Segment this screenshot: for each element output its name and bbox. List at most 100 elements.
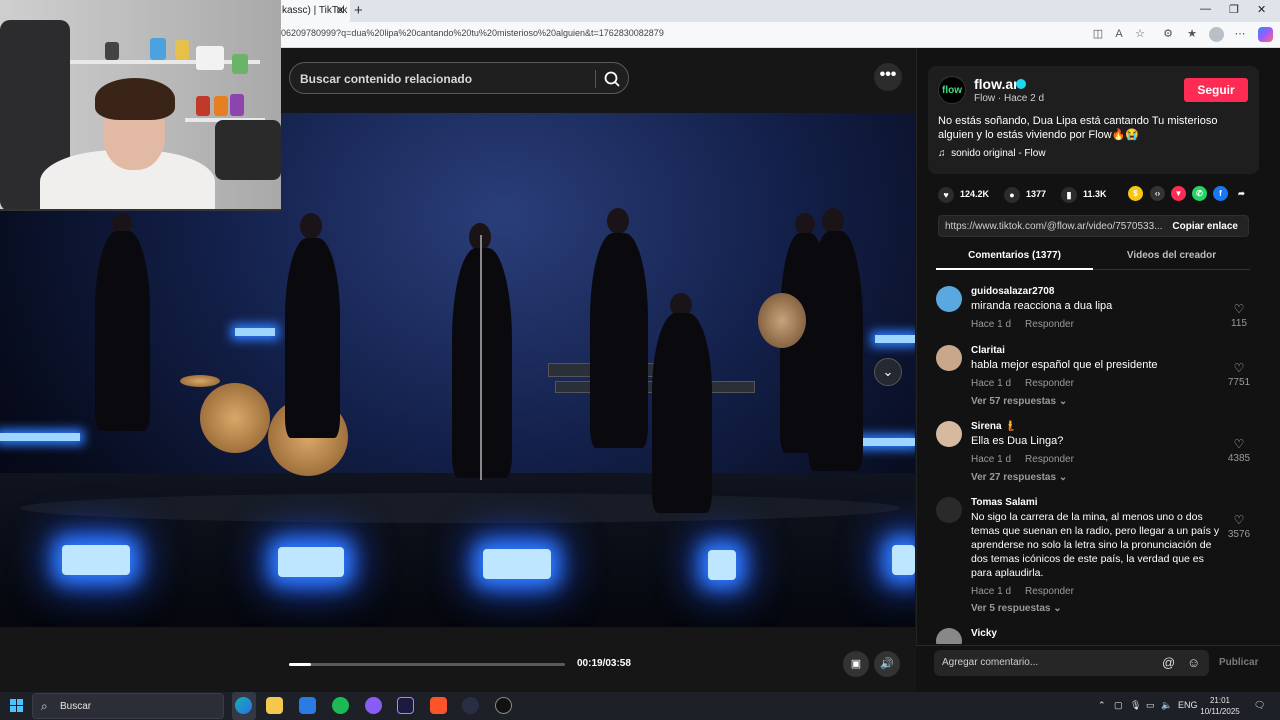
creator-avatar[interactable]: flow (938, 76, 966, 104)
comment-username[interactable]: Tomas Salami (971, 497, 1038, 508)
emoji-icon[interactable]: ☺ (1187, 655, 1200, 670)
app-icon[interactable] (462, 697, 479, 714)
tray-chevron-up-icon[interactable]: ⌃ (1098, 700, 1106, 711)
clock[interactable]: 21:01 10/11/2025 (1198, 695, 1242, 717)
view-replies-button[interactable]: Ver 5 respuestas ⌄ (971, 603, 1062, 614)
sound-name[interactable]: sonido original - Flow (951, 148, 1046, 159)
read-aloud-icon[interactable]: A (1112, 27, 1126, 41)
windows-start-icon[interactable] (10, 699, 23, 712)
mention-icon[interactable]: @ (1162, 655, 1175, 670)
publish-button[interactable]: Publicar (1219, 657, 1258, 668)
more-options-icon[interactable]: ••• (874, 63, 902, 91)
network-icon[interactable]: ▭ (1146, 700, 1155, 711)
heart-icon[interactable]: ♥ (938, 186, 954, 203)
favorite-star-icon[interactable]: ☆ (1133, 27, 1147, 41)
chevron-down-icon[interactable]: ⌄ (1059, 472, 1067, 483)
comment-icon[interactable]: ● (1004, 186, 1020, 203)
microphone-icon[interactable]: 🎙 (1130, 700, 1141, 711)
coin-icon[interactable]: $ (1128, 186, 1143, 201)
reply-button[interactable]: Responder (1025, 319, 1074, 330)
view-replies-label[interactable]: Ver 5 respuestas (971, 603, 1051, 614)
new-tab-icon[interactable]: + (354, 2, 363, 20)
close-window-icon[interactable]: ✕ (1257, 3, 1266, 16)
taskbar-search[interactable]: ⌕ Buscar (32, 693, 224, 719)
comment-avatar[interactable] (936, 628, 962, 644)
premiere-icon[interactable] (397, 697, 414, 714)
heart-outline-icon[interactable]: ♡ (1233, 303, 1245, 315)
spotify-icon[interactable] (332, 697, 349, 714)
progress-bar[interactable] (289, 663, 565, 666)
copy-link-button[interactable]: Copiar enlace (1172, 221, 1238, 232)
search-bar[interactable]: Buscar contenido relacionado (289, 62, 629, 94)
favorites-icon[interactable]: ★ (1185, 27, 1199, 41)
file-explorer-icon[interactable] (266, 697, 283, 714)
taskbar-search-label[interactable]: Buscar (60, 701, 91, 712)
bookmark-icon[interactable]: ▮ (1061, 186, 1077, 203)
embed-icon[interactable]: ‹› (1150, 186, 1165, 201)
heart-outline-icon[interactable]: ♡ (1233, 514, 1245, 526)
close-tab-icon[interactable]: ✕ (336, 0, 345, 22)
whatsapp-icon[interactable]: ✆ (1192, 186, 1207, 201)
save-stat[interactable]: ▮ 11.3K (1061, 185, 1107, 203)
copilot-icon[interactable] (1258, 27, 1273, 42)
chevron-down-icon[interactable]: ⌄ (1053, 603, 1061, 614)
discord-icon[interactable] (365, 697, 382, 714)
browser-tab[interactable]: kassc) | TikTok ✕ (276, 0, 350, 22)
comment-avatar[interactable] (936, 497, 962, 523)
volume-icon[interactable]: 🔊 (874, 651, 900, 677)
store-icon[interactable] (299, 697, 316, 714)
facebook-icon[interactable]: f (1213, 186, 1228, 201)
browser-menu-icon[interactable]: ⋯ (1233, 27, 1247, 41)
obs-icon[interactable] (495, 697, 512, 714)
notifications-icon[interactable]: 🗨 (1254, 700, 1265, 711)
edge-browser-icon[interactable] (235, 697, 252, 714)
minimize-icon[interactable]: — (1200, 3, 1211, 15)
volume-tray-icon[interactable]: 🔈 (1161, 700, 1172, 711)
tab-comments[interactable]: Comentarios (1377) (936, 250, 1093, 270)
reply-button[interactable]: Responder (1025, 454, 1074, 465)
comment-avatar[interactable] (936, 345, 962, 371)
comment-like[interactable]: ♡ 7751 (1224, 362, 1254, 388)
reply-button[interactable]: Responder (1025, 378, 1074, 389)
sound-link[interactable]: ♫ sonido original - Flow (938, 148, 1046, 159)
comment-like[interactable]: ♡ 4385 (1224, 438, 1254, 464)
view-replies-button[interactable]: Ver 27 respuestas ⌄ (971, 472, 1067, 483)
brave-icon[interactable] (430, 697, 447, 714)
tab-creator-videos[interactable]: Videos del creador (1093, 250, 1250, 270)
comment-like[interactable]: ♡ 115 (1224, 303, 1254, 329)
reply-button[interactable]: Responder (1025, 586, 1074, 597)
comment-like[interactable]: ♡ 3576 (1224, 514, 1254, 540)
like-stat[interactable]: ♥ 124.2K (938, 185, 989, 203)
search-input[interactable]: Buscar contenido relacionado (300, 72, 472, 86)
extensions-icon[interactable]: ⚙ (1161, 27, 1175, 41)
miniplayer-icon[interactable]: ▣ (843, 651, 869, 677)
comment-avatar[interactable] (936, 421, 962, 447)
view-replies-label[interactable]: Ver 27 respuestas (971, 472, 1056, 483)
comment-input[interactable]: Agregar comentario... @ ☺ (934, 650, 1209, 676)
search-icon[interactable] (602, 69, 622, 89)
share-arrow-icon[interactable]: ➦ (1234, 186, 1249, 201)
heart-outline-icon[interactable]: ♡ (1233, 362, 1245, 374)
comment-stat[interactable]: ● 1377 (1004, 185, 1046, 203)
heart-outline-icon[interactable]: ♡ (1233, 438, 1245, 450)
maximize-icon[interactable]: ❐ (1229, 3, 1239, 16)
share-link[interactable]: https://www.tiktok.com/@flow.ar/video/75… (945, 221, 1162, 232)
comment-username[interactable]: Sirena 🧜 (971, 421, 1017, 432)
view-replies-label[interactable]: Ver 57 respuestas (971, 396, 1056, 407)
follow-button[interactable]: Seguir (1184, 78, 1248, 102)
view-replies-button[interactable]: Ver 57 respuestas ⌄ (971, 396, 1067, 407)
chevron-down-icon[interactable]: ⌄ (1059, 396, 1067, 407)
language-indicator[interactable]: ENG (1178, 700, 1198, 710)
creator-name[interactable]: flow.ar (974, 76, 1019, 92)
comment-username[interactable]: guidosalazar2708 (971, 286, 1054, 297)
comment-placeholder[interactable]: Agregar comentario... (942, 657, 1038, 668)
comment-avatar[interactable] (936, 286, 962, 312)
profile-avatar[interactable] (1209, 27, 1224, 42)
url-text[interactable]: 06209780999?q=dua%20lipa%20cantando%20tu… (281, 28, 664, 38)
tray-app-icon[interactable]: ▢ (1114, 700, 1123, 711)
split-screen-icon[interactable]: ◫ (1091, 27, 1105, 41)
comment-username[interactable]: Vicky (971, 628, 997, 639)
send-icon[interactable]: ▼ (1171, 186, 1186, 201)
comment-username[interactable]: Claritai (971, 345, 1005, 356)
next-video-chevron-down-icon[interactable]: ⌄ (874, 358, 902, 386)
